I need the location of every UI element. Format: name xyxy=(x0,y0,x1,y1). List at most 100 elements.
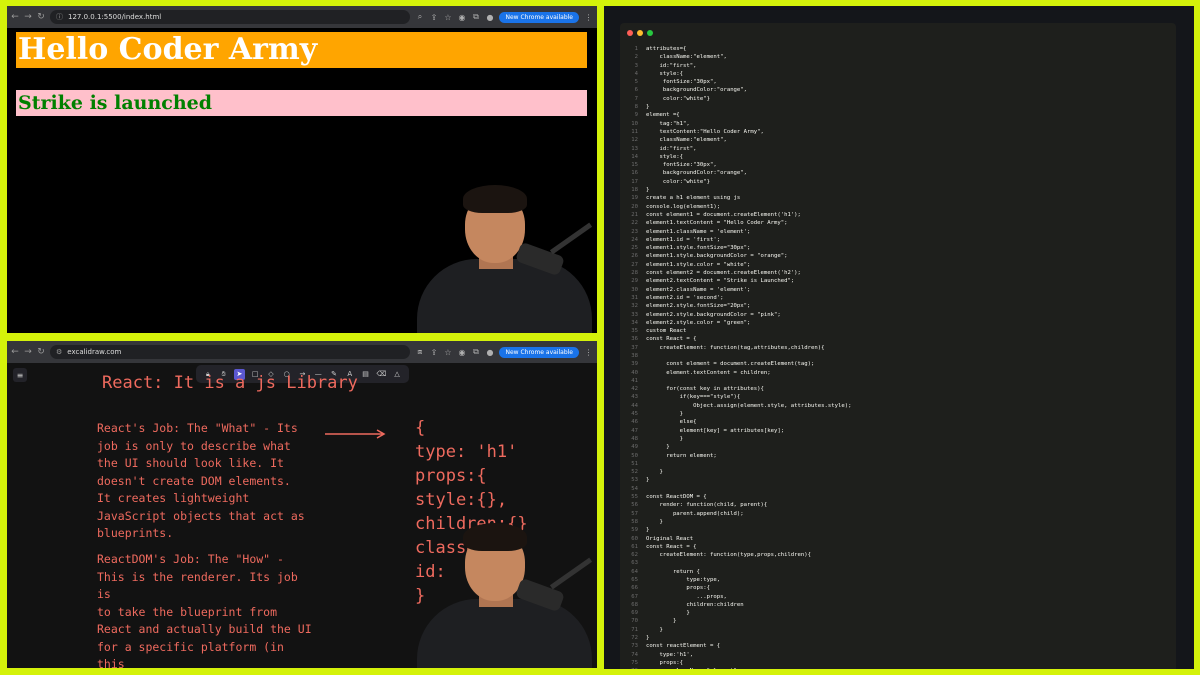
line-number: 15 xyxy=(631,162,638,169)
code-text: } xyxy=(646,635,650,642)
bookmark-star-icon[interactable]: ☆ xyxy=(443,348,452,357)
code-line: 20 console.log(element1); xyxy=(624,203,851,211)
line-number: 68 xyxy=(631,601,638,608)
code-text: Object.assign(element.style, attributes.… xyxy=(646,402,852,409)
code-text: const element1 = document.createElement(… xyxy=(646,211,801,218)
code-block: 1 attributes={2 className:"element", 3 id:… xyxy=(624,45,851,669)
maximize-dot-icon[interactable] xyxy=(647,30,653,36)
more-tools-icon[interactable]: △ xyxy=(392,369,403,380)
line-number: 54 xyxy=(631,485,638,492)
code-line: 44 Object.assign(element.style, attribut… xyxy=(624,402,851,410)
line-number: 23 xyxy=(631,228,638,235)
code-editor-window: 1 attributes={2 className:"element", 3 id:… xyxy=(620,23,1176,669)
code-text: id:"first", xyxy=(646,62,697,69)
code-line: 22 element1.textContent = "Hello Coder Ar… xyxy=(624,219,851,227)
code-text: element1.style.backgroundColor = "orange… xyxy=(646,253,788,260)
back-icon[interactable]: ← xyxy=(11,347,19,357)
demo-h2-heading: Strike is launched xyxy=(16,90,587,116)
code-line: 33 element2.style.backgroundColor = "pink… xyxy=(624,311,851,319)
code-line: 70 } xyxy=(624,617,851,625)
reload-icon[interactable]: ↻ xyxy=(37,12,45,22)
menu-kebab-icon[interactable]: ⋮ xyxy=(584,348,593,357)
new-chrome-available-button[interactable]: New Chrome available xyxy=(499,11,579,23)
code-line: 36 const React = { xyxy=(624,335,851,343)
code-line: 75 props:{ xyxy=(624,659,851,667)
code-text: props:{ xyxy=(646,585,710,592)
presenter-webcam xyxy=(417,519,597,668)
extension-icon[interactable]: ◉ xyxy=(457,13,466,22)
line-number: 18 xyxy=(631,187,638,194)
forward-icon[interactable]: → xyxy=(24,12,32,22)
line-number: 50 xyxy=(631,452,638,459)
close-dot-icon[interactable] xyxy=(627,30,633,36)
hamburger-menu-icon[interactable]: ≡ xyxy=(13,368,27,382)
line-number: 34 xyxy=(631,319,638,326)
line-number: 24 xyxy=(631,236,638,243)
line-number: 70 xyxy=(631,618,638,625)
code-line: 3 id:"first", xyxy=(624,62,851,70)
share-icon[interactable]: ⇪ xyxy=(429,348,438,357)
extension-icon[interactable]: ◉ xyxy=(457,348,466,357)
reload-icon[interactable]: ↻ xyxy=(37,347,45,357)
address-bar[interactable]: ⓘ 127.0.0.1:5500/index.html xyxy=(50,10,411,24)
line-number: 10 xyxy=(631,120,638,127)
code-text: element2.style.color = "green"; xyxy=(646,319,751,326)
back-icon[interactable]: ← xyxy=(11,12,19,22)
profile-avatar-icon[interactable]: ● xyxy=(485,348,494,357)
address-bar[interactable]: ⚙ excalidraw.com xyxy=(50,345,411,359)
profile-avatar-icon[interactable]: ● xyxy=(485,13,494,22)
line-number: 12 xyxy=(631,137,638,144)
line-number: 25 xyxy=(631,245,638,252)
line-number: 5 xyxy=(634,79,638,86)
line-number: 62 xyxy=(631,552,638,559)
extensions-puzzle-icon[interactable]: ⧉ xyxy=(471,12,480,22)
line-number: 35 xyxy=(631,328,638,335)
code-text: } xyxy=(646,518,663,525)
code-text: props:{ xyxy=(646,659,684,666)
line-number: 65 xyxy=(631,577,638,583)
browser-toolbar: ← → ↻ ⓘ 127.0.0.1:5500/index.html ⌕ ⇪ ☆ … xyxy=(7,6,597,28)
code-line: 46 else{ xyxy=(624,418,851,426)
code-panel: 1 attributes={2 className:"element", 3 id:… xyxy=(604,6,1194,669)
image-tool-icon[interactable]: ▤ xyxy=(360,369,371,380)
zoom-icon[interactable]: ⌕ xyxy=(415,12,424,22)
code-text: } xyxy=(646,187,650,194)
menu-kebab-icon[interactable]: ⋮ xyxy=(584,13,593,22)
share-icon[interactable]: ⇪ xyxy=(429,13,438,22)
line-number: 59 xyxy=(631,527,638,534)
minimize-dot-icon[interactable] xyxy=(637,30,643,36)
code-line: 15 fontSize:"30px", xyxy=(624,161,851,169)
line-number: 56 xyxy=(631,502,638,509)
line-number: 74 xyxy=(631,651,638,658)
line-number: 21 xyxy=(631,211,638,218)
line-number: 72 xyxy=(631,635,638,642)
code-line: 31 element2.id = 'second'; xyxy=(624,294,851,302)
code-text: element1.style.fontSize="30px"; xyxy=(646,245,751,252)
code-text: backgroundColor:"orange", xyxy=(646,87,748,94)
code-line: 37 createElement: function(tag,attribute… xyxy=(624,344,851,352)
site-info-icon[interactable]: ⚙ xyxy=(56,348,62,356)
code-line: 28 const element2 = document.createElemen… xyxy=(624,269,851,277)
code-text: style:{ xyxy=(646,153,684,160)
bookmark-star-icon[interactable]: ☆ xyxy=(443,13,452,22)
code-text: } xyxy=(646,411,684,418)
install-app-icon[interactable]: ⧈ xyxy=(415,347,424,357)
code-text: console.log(element1); xyxy=(646,203,721,210)
new-chrome-available-button[interactable]: New Chrome available xyxy=(499,346,579,358)
line-number: 8 xyxy=(634,104,638,111)
code-line: 68 children:children xyxy=(624,601,851,609)
forward-icon[interactable]: → xyxy=(24,347,32,357)
code-line: 6 backgroundColor:"orange", xyxy=(624,86,851,94)
code-line: 67 ...props, xyxy=(624,593,851,601)
code-line: 11 textContent:"Hello Coder Army", xyxy=(624,128,851,136)
code-text: fontSize:"30px", xyxy=(646,79,717,86)
eraser-tool-icon[interactable]: ⌫ xyxy=(376,369,387,380)
line-number: 19 xyxy=(631,195,638,202)
whiteboard-title: React: It is a js Library xyxy=(102,373,358,393)
code-text: element2.className = 'element'; xyxy=(646,286,751,293)
site-info-icon[interactable]: ⓘ xyxy=(56,12,63,22)
extensions-puzzle-icon[interactable]: ⧉ xyxy=(471,347,480,357)
code-line: 56 render: function(child, parent){ xyxy=(624,501,851,509)
code-line: 61 const React = { xyxy=(624,543,851,551)
reactdom-job-note: ReactDOM's Job: The "How" - This is the … xyxy=(97,552,312,668)
